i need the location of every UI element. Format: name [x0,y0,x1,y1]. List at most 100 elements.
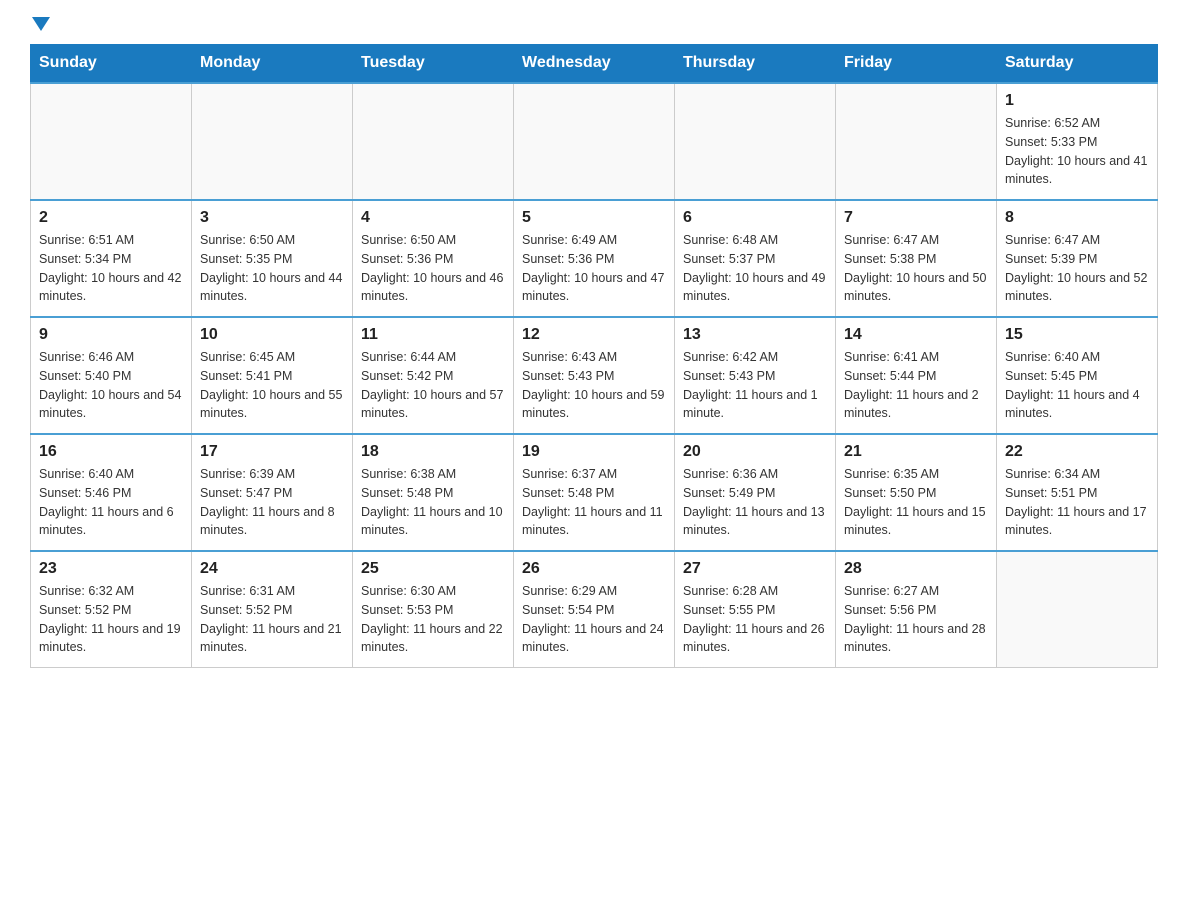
day-info: Sunrise: 6:43 AM Sunset: 5:43 PM Dayligh… [522,348,666,423]
calendar-cell: 22 Sunrise: 6:34 AM Sunset: 5:51 PM Dayli… [997,434,1158,551]
calendar-cell: 28 Sunrise: 6:27 AM Sunset: 5:56 PM Dayli… [836,551,997,668]
day-info: Sunrise: 6:40 AM Sunset: 5:46 PM Dayligh… [39,465,183,540]
day-number: 12 [522,326,666,344]
page-header [30,20,1158,34]
calendar-cell [353,83,514,200]
day-info: Sunrise: 6:31 AM Sunset: 5:52 PM Dayligh… [200,582,344,657]
day-info: Sunrise: 6:38 AM Sunset: 5:48 PM Dayligh… [361,465,505,540]
calendar-cell [514,83,675,200]
day-number: 9 [39,326,183,344]
calendar-table: SundayMondayTuesdayWednesdayThursdayFrid… [30,44,1158,668]
day-number: 6 [683,209,827,227]
calendar-week-row: 23 Sunrise: 6:32 AM Sunset: 5:52 PM Dayli… [31,551,1158,668]
calendar-header-row: SundayMondayTuesdayWednesdayThursdayFrid… [31,44,1158,83]
calendar-header-saturday: Saturday [997,44,1158,83]
day-info: Sunrise: 6:32 AM Sunset: 5:52 PM Dayligh… [39,582,183,657]
day-number: 15 [1005,326,1149,344]
calendar-cell: 17Sunrise: 6:39 AM Sunset: 5:47 PM Dayli… [192,434,353,551]
day-number: 21 [844,443,988,461]
calendar-cell: 6 Sunrise: 6:48 AM Sunset: 5:37 PM Daylig… [675,200,836,317]
day-info: Sunrise: 6:27 AM Sunset: 5:56 PM Dayligh… [844,582,988,657]
calendar-cell [997,551,1158,668]
day-info: Sunrise: 6:30 AM Sunset: 5:53 PM Dayligh… [361,582,505,657]
calendar-header-tuesday: Tuesday [353,44,514,83]
day-number: 22 [1005,443,1149,461]
calendar-header-monday: Monday [192,44,353,83]
calendar-cell: 26 Sunrise: 6:29 AM Sunset: 5:54 PM Dayli… [514,551,675,668]
calendar-header-wednesday: Wednesday [514,44,675,83]
day-info: Sunrise: 6:29 AM Sunset: 5:54 PM Dayligh… [522,582,666,657]
day-number: 23 [39,560,183,578]
calendar-cell: 27 Sunrise: 6:28 AM Sunset: 5:55 PM Dayli… [675,551,836,668]
day-info: Sunrise: 6:47 AM Sunset: 5:38 PM Dayligh… [844,231,988,306]
day-info: Sunrise: 6:48 AM Sunset: 5:37 PM Dayligh… [683,231,827,306]
day-info: Sunrise: 6:50 AM Sunset: 5:36 PM Dayligh… [361,231,505,306]
calendar-cell [192,83,353,200]
calendar-cell [675,83,836,200]
day-info: Sunrise: 6:41 AM Sunset: 5:44 PM Dayligh… [844,348,988,423]
day-number: 19 [522,443,666,461]
day-number: 14 [844,326,988,344]
calendar-cell [836,83,997,200]
day-number: 24 [200,560,344,578]
day-info: Sunrise: 6:37 AM Sunset: 5:48 PM Dayligh… [522,465,666,540]
day-number: 10 [200,326,344,344]
calendar-cell: 16 Sunrise: 6:40 AM Sunset: 5:46 PM Dayli… [31,434,192,551]
calendar-cell: 8 Sunrise: 6:47 AM Sunset: 5:39 PM Daylig… [997,200,1158,317]
calendar-cell: 13 Sunrise: 6:42 AM Sunset: 5:43 PM Dayli… [675,317,836,434]
calendar-header-friday: Friday [836,44,997,83]
logo-triangle-icon [32,17,50,31]
calendar-cell: 5 Sunrise: 6:49 AM Sunset: 5:36 PM Daylig… [514,200,675,317]
day-number: 16 [39,443,183,461]
calendar-cell: 9 Sunrise: 6:46 AM Sunset: 5:40 PM Daylig… [31,317,192,434]
day-number: 13 [683,326,827,344]
day-info: Sunrise: 6:51 AM Sunset: 5:34 PM Dayligh… [39,231,183,306]
day-info: Sunrise: 6:42 AM Sunset: 5:43 PM Dayligh… [683,348,827,423]
calendar-cell: 23 Sunrise: 6:32 AM Sunset: 5:52 PM Dayli… [31,551,192,668]
day-number: 25 [361,560,505,578]
calendar-week-row: 9 Sunrise: 6:46 AM Sunset: 5:40 PM Daylig… [31,317,1158,434]
day-info: Sunrise: 6:28 AM Sunset: 5:55 PM Dayligh… [683,582,827,657]
day-number: 3 [200,209,344,227]
day-info: Sunrise: 6:44 AM Sunset: 5:42 PM Dayligh… [361,348,505,423]
day-info: Sunrise: 6:49 AM Sunset: 5:36 PM Dayligh… [522,231,666,306]
day-number: 27 [683,560,827,578]
day-info: Sunrise: 6:47 AM Sunset: 5:39 PM Dayligh… [1005,231,1149,306]
calendar-cell: 11 Sunrise: 6:44 AM Sunset: 5:42 PM Dayli… [353,317,514,434]
day-number: 1 [1005,92,1149,110]
day-info: Sunrise: 6:52 AM Sunset: 5:33 PM Dayligh… [1005,114,1149,189]
day-info: Sunrise: 6:45 AM Sunset: 5:41 PM Dayligh… [200,348,344,423]
day-number: 26 [522,560,666,578]
day-number: 11 [361,326,505,344]
calendar-cell: 3 Sunrise: 6:50 AM Sunset: 5:35 PM Daylig… [192,200,353,317]
day-number: 2 [39,209,183,227]
calendar-cell: 20Sunrise: 6:36 AM Sunset: 5:49 PM Dayli… [675,434,836,551]
calendar-cell: 21 Sunrise: 6:35 AM Sunset: 5:50 PM Dayli… [836,434,997,551]
calendar-week-row: 2 Sunrise: 6:51 AM Sunset: 5:34 PM Daylig… [31,200,1158,317]
day-info: Sunrise: 6:35 AM Sunset: 5:50 PM Dayligh… [844,465,988,540]
day-number: 4 [361,209,505,227]
calendar-cell: 4 Sunrise: 6:50 AM Sunset: 5:36 PM Daylig… [353,200,514,317]
calendar-cell: 24 Sunrise: 6:31 AM Sunset: 5:52 PM Dayli… [192,551,353,668]
day-info: Sunrise: 6:40 AM Sunset: 5:45 PM Dayligh… [1005,348,1149,423]
day-info: Sunrise: 6:36 AM Sunset: 5:49 PM Dayligh… [683,465,827,540]
day-number: 7 [844,209,988,227]
calendar-week-row: 1 Sunrise: 6:52 AM Sunset: 5:33 PM Daylig… [31,83,1158,200]
day-info: Sunrise: 6:50 AM Sunset: 5:35 PM Dayligh… [200,231,344,306]
day-number: 28 [844,560,988,578]
calendar-cell: 18 Sunrise: 6:38 AM Sunset: 5:48 PM Dayli… [353,434,514,551]
calendar-cell: 2 Sunrise: 6:51 AM Sunset: 5:34 PM Daylig… [31,200,192,317]
day-info: Sunrise: 6:34 AM Sunset: 5:51 PM Dayligh… [1005,465,1149,540]
calendar-header-thursday: Thursday [675,44,836,83]
day-number: 18 [361,443,505,461]
day-info: Sunrise: 6:39 AM Sunset: 5:47 PM Dayligh… [200,465,344,540]
calendar-week-row: 16 Sunrise: 6:40 AM Sunset: 5:46 PM Dayli… [31,434,1158,551]
calendar-cell [31,83,192,200]
logo [30,20,66,34]
calendar-cell: 10 Sunrise: 6:45 AM Sunset: 5:41 PM Dayli… [192,317,353,434]
day-number: 5 [522,209,666,227]
day-number: 8 [1005,209,1149,227]
calendar-cell: 25 Sunrise: 6:30 AM Sunset: 5:53 PM Dayli… [353,551,514,668]
day-info: Sunrise: 6:46 AM Sunset: 5:40 PM Dayligh… [39,348,183,423]
calendar-cell: 1 Sunrise: 6:52 AM Sunset: 5:33 PM Daylig… [997,83,1158,200]
